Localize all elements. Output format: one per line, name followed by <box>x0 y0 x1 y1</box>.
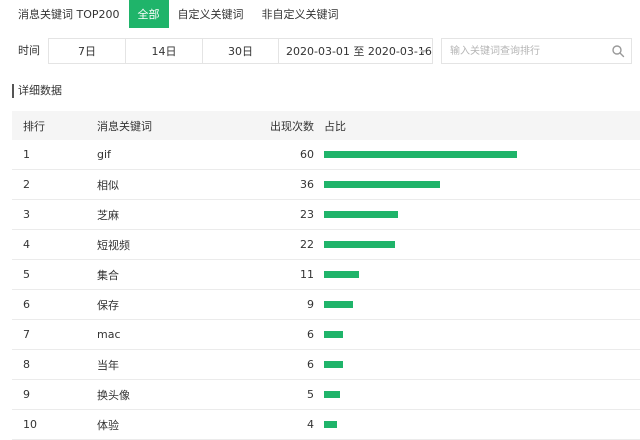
rank-cell: 9 <box>23 388 30 401</box>
table-row: 8 当年 6 <box>12 350 640 380</box>
header-keyword: 消息关键词 <box>97 119 152 133</box>
header-ratio: 占比 <box>324 119 346 133</box>
keyword-search-input[interactable] <box>442 39 610 63</box>
tab-bar: 消息关键词 TOP200 全部 自定义关键词 非自定义关键词 <box>0 0 640 28</box>
header-count: 出现次数 <box>270 119 314 133</box>
rank-cell: 3 <box>23 208 30 221</box>
count-cell: 60 <box>300 148 314 161</box>
table-row: 4 短视频 22 <box>12 230 640 260</box>
keyword-cell: 集合 <box>97 268 119 282</box>
filter-row: 时间 7日 14日 30日 2020-03-01 至 2020-03-16 <box>0 36 640 66</box>
ratio-bar <box>324 331 343 338</box>
search-icon[interactable] <box>611 44 625 58</box>
time-label: 时间 <box>18 44 40 57</box>
ratio-bar <box>324 361 343 368</box>
count-cell: 6 <box>307 328 314 341</box>
rank-cell: 10 <box>23 418 37 431</box>
rank-cell: 8 <box>23 358 30 371</box>
rank-cell: 1 <box>23 148 30 161</box>
keyword-cell: 芝麻 <box>97 208 119 222</box>
table-row: 5 集合 11 <box>12 260 640 290</box>
table-row: 2 相似 36 <box>12 170 640 200</box>
keyword-cell: gif <box>97 148 111 161</box>
keyword-cell: mac <box>97 328 121 341</box>
table-row: 1 gif 60 <box>12 140 640 170</box>
count-cell: 22 <box>300 238 314 251</box>
table-row: 9 换头像 5 <box>12 380 640 410</box>
date-range-value: 2020-03-01 至 2020-03-16 <box>286 45 432 58</box>
tab-custom-keywords[interactable]: 自定义关键词 <box>169 0 253 28</box>
keyword-cell: 短视频 <box>97 238 130 252</box>
keyword-cell: 相似 <box>97 178 119 192</box>
tab-all[interactable]: 全部 <box>128 0 169 28</box>
ratio-bar <box>324 151 517 158</box>
count-cell: 4 <box>307 418 314 431</box>
header-rank: 排行 <box>23 119 45 133</box>
caret-down-icon <box>420 50 426 54</box>
count-cell: 9 <box>307 298 314 311</box>
ratio-bar <box>324 391 340 398</box>
keyword-cell: 换头像 <box>97 388 130 402</box>
tab-keywords-top200[interactable]: 消息关键词 TOP200 <box>0 0 129 28</box>
tab-non-custom-keywords[interactable]: 非自定义关键词 <box>253 0 348 28</box>
ratio-bar <box>324 421 337 428</box>
count-cell: 11 <box>300 268 314 281</box>
count-cell: 36 <box>300 178 314 191</box>
keyword-cell: 保存 <box>97 298 119 312</box>
table-header: 排行 消息关键词 出现次数 占比 <box>12 111 640 140</box>
keyword-cell: 体验 <box>97 418 119 432</box>
rank-cell: 7 <box>23 328 30 341</box>
ratio-bar <box>324 241 395 248</box>
date-range-picker[interactable]: 2020-03-01 至 2020-03-16 <box>278 38 433 64</box>
count-cell: 5 <box>307 388 314 401</box>
count-cell: 6 <box>307 358 314 371</box>
count-cell: 23 <box>300 208 314 221</box>
section-title: 详细数据 <box>12 84 62 98</box>
period-14d-button[interactable]: 14日 <box>125 38 203 64</box>
table-row: 3 芝麻 23 <box>12 200 640 230</box>
keyword-search <box>441 38 632 64</box>
rank-cell: 5 <box>23 268 30 281</box>
keyword-cell: 当年 <box>97 358 119 372</box>
rank-cell: 4 <box>23 238 30 251</box>
ratio-bar <box>324 211 398 218</box>
rank-cell: 2 <box>23 178 30 191</box>
period-7d-button[interactable]: 7日 <box>48 38 126 64</box>
table-row: 10 体验 4 <box>12 410 640 440</box>
rank-cell: 6 <box>23 298 30 311</box>
table-row: 7 mac 6 <box>12 320 640 350</box>
table-body: 1 gif 60 2 相似 36 3 芝麻 23 4 短视频 22 5 集合 11 6 保存 9 7 mac 6 8 当年 6… <box>12 140 640 440</box>
period-30d-button[interactable]: 30日 <box>202 38 279 64</box>
ratio-bar <box>324 301 353 308</box>
ratio-bar <box>324 181 440 188</box>
table-row: 6 保存 9 <box>12 290 640 320</box>
keyword-table: 排行 消息关键词 出现次数 占比 1 gif 60 2 相似 36 3 芝麻 23 4 短视频 22 5… <box>12 111 640 440</box>
ratio-bar <box>324 271 359 278</box>
